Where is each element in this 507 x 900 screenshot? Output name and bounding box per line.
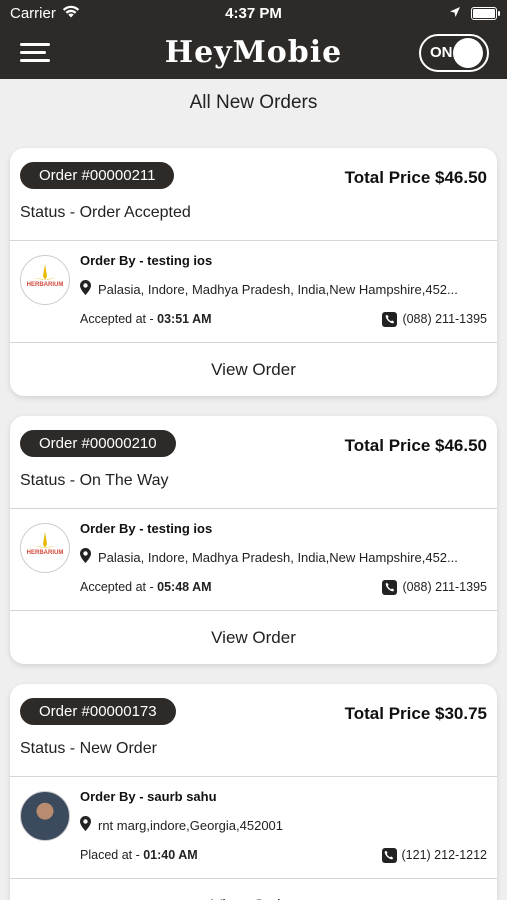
order-details: Order By - testing ios Palasia, Indore, … xyxy=(80,253,487,342)
time-label: Accepted at - xyxy=(80,312,158,326)
order-by: Order By - testing ios xyxy=(80,521,213,536)
user-photo-avatar xyxy=(20,791,70,841)
order-number-badge: Order #00000173 xyxy=(20,698,176,725)
address-row: rnt marg,indore,Georgia,452001 xyxy=(80,816,487,834)
time-label: Accepted at - xyxy=(80,580,158,594)
status-left: Carrier xyxy=(10,5,80,22)
phone-number: (088) 211-1395 xyxy=(402,312,487,326)
page-title: All New Orders xyxy=(189,92,318,113)
wifi-icon xyxy=(62,5,80,22)
toggle-knob xyxy=(453,37,483,68)
time-value: 05:48 AM xyxy=(157,580,212,594)
herbarium-logo: HERBARIUM xyxy=(20,255,70,305)
phone-number: (088) 211-1395 xyxy=(402,580,487,594)
order-by: Order By - testing ios xyxy=(80,253,213,268)
time-info: Placed at - 01:40 AM xyxy=(80,848,198,862)
battery-icon xyxy=(471,6,500,20)
location-arrow-icon xyxy=(449,5,461,22)
cannabis-leaf-icon: HERBARIUM xyxy=(27,264,64,288)
order-number-badge: Order #00000211 xyxy=(20,162,175,189)
order-card-body: Order By - saurb sahu rnt marg,indore,Ge… xyxy=(10,776,497,879)
status-right xyxy=(449,5,500,22)
order-card: Order #00000211 Total Price $46.50 Statu… xyxy=(10,148,497,396)
status-bar: Carrier 4:37 PM xyxy=(0,0,507,26)
phone-icon xyxy=(382,311,398,327)
meta-row: Accepted at - 05:48 AM (088) 211-1395 xyxy=(80,579,487,595)
address-row: Palasia, Indore, Madhya Pradesh, India,N… xyxy=(80,280,487,298)
address-text: Palasia, Indore, Madhya Pradesh, India,N… xyxy=(98,549,458,565)
cannabis-leaf-icon: HERBARIUM xyxy=(27,532,64,556)
time-info: Accepted at - 03:51 AM xyxy=(80,312,212,326)
phone-icon xyxy=(381,847,397,863)
total-price: Total Price $30.75 xyxy=(344,704,487,723)
order-card: Order #00000210 Total Price $46.50 Statu… xyxy=(10,416,497,664)
order-card-header: Order #00000211 Total Price $46.50 Statu… xyxy=(10,148,497,240)
location-pin-icon xyxy=(80,816,91,834)
order-by: Order By - saurb sahu xyxy=(80,789,217,804)
location-pin-icon xyxy=(80,280,91,298)
orders-list: Order #00000211 Total Price $46.50 Statu… xyxy=(0,116,507,900)
order-card-header: Order #00000210 Total Price $46.50 Statu… xyxy=(10,416,497,508)
view-order-button[interactable]: View Order xyxy=(10,611,497,664)
view-order-button[interactable]: View Order xyxy=(10,879,497,900)
address-row: Palasia, Indore, Madhya Pradesh, India,N… xyxy=(80,548,487,566)
phone-link[interactable]: (088) 211-1395 xyxy=(382,311,487,327)
time-label: Placed at - xyxy=(80,848,144,862)
location-pin-icon xyxy=(80,548,91,566)
order-card: Order #00000173 Total Price $30.75 Statu… xyxy=(10,684,497,900)
view-order-button[interactable]: View Order xyxy=(10,343,497,396)
time-value: 01:40 AM xyxy=(143,848,198,862)
address-text: Palasia, Indore, Madhya Pradesh, India,N… xyxy=(98,281,458,297)
order-details: Order By - testing ios Palasia, Indore, … xyxy=(80,521,487,610)
time-info: Accepted at - 05:48 AM xyxy=(80,580,212,594)
total-price: Total Price $46.50 xyxy=(344,436,487,455)
svg-text:HERBARIUM: HERBARIUM xyxy=(27,282,64,288)
phone-link[interactable]: (088) 211-1395 xyxy=(382,579,487,595)
toggle-label: ON xyxy=(430,44,453,61)
order-status: Status - New Order xyxy=(20,740,157,757)
order-card-body: HERBARIUM Order By - testing ios Palasia… xyxy=(10,508,497,611)
order-card-body: HERBARIUM Order By - testing ios Palasia… xyxy=(10,240,497,343)
order-status: Status - On The Way xyxy=(20,472,169,489)
phone-link[interactable]: (121) 212-1212 xyxy=(381,847,487,863)
nav-bar: HeyMobie ON xyxy=(0,26,507,79)
order-details: Order By - saurb sahu rnt marg,indore,Ge… xyxy=(80,789,487,878)
phone-icon xyxy=(382,579,398,595)
svg-text:HERBARIUM: HERBARIUM xyxy=(27,550,64,556)
herbarium-logo: HERBARIUM xyxy=(20,523,70,573)
order-status: Status - Order Accepted xyxy=(20,204,191,221)
meta-row: Placed at - 01:40 AM (121) 212-1212 xyxy=(80,847,487,863)
time-value: 03:51 AM xyxy=(157,312,212,326)
phone-number: (121) 212-1212 xyxy=(401,848,487,862)
meta-row: Accepted at - 03:51 AM (088) 211-1395 xyxy=(80,311,487,327)
address-text: rnt marg,indore,Georgia,452001 xyxy=(98,817,284,833)
carrier-label: Carrier xyxy=(10,4,56,22)
menu-icon[interactable] xyxy=(20,43,50,62)
order-number-badge: Order #00000210 xyxy=(20,430,176,457)
online-toggle[interactable]: ON xyxy=(419,33,489,72)
total-price: Total Price $46.50 xyxy=(344,168,487,187)
order-card-header: Order #00000173 Total Price $30.75 Statu… xyxy=(10,684,497,776)
